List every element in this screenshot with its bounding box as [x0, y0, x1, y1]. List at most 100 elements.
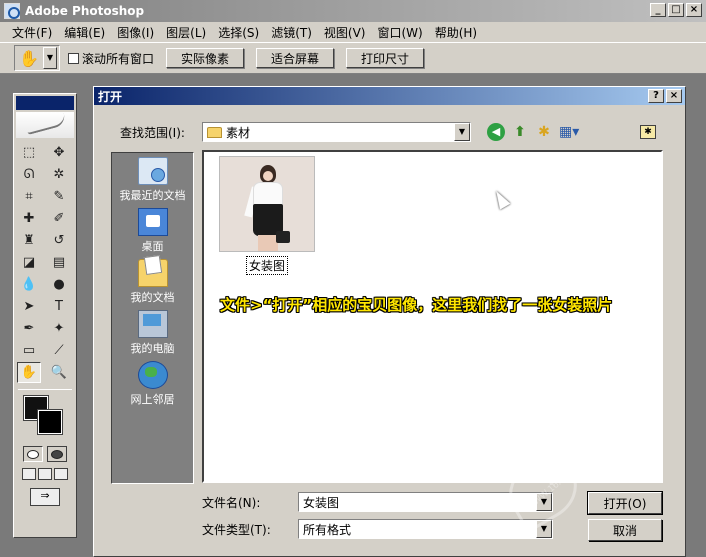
filename-value: 女装图 — [303, 495, 340, 510]
my-documents-icon — [137, 259, 168, 287]
filetype-value: 所有格式 — [303, 522, 352, 537]
notes-icon[interactable]: ▭ — [17, 340, 41, 361]
menu-edit[interactable]: 编辑(E) — [58, 24, 111, 41]
pen-icon[interactable]: ✒ — [17, 318, 41, 339]
hand-icon[interactable]: ✋ — [17, 362, 41, 383]
healing-brush-icon[interactable]: ✚ — [17, 208, 41, 229]
cancel-button[interactable]: 取消 — [588, 519, 662, 541]
lookin-row: 查找范围(I): 素材 ▼ — [120, 122, 471, 142]
up-folder-icon[interactable]: ⬆ — [511, 123, 529, 141]
my-computer-icon — [137, 310, 168, 338]
scroll-all-windows-checkbox[interactable] — [68, 52, 79, 64]
chevron-down-icon[interactable]: ▼ — [536, 520, 552, 538]
blur-icon[interactable]: 💧 — [17, 274, 41, 295]
filename-input[interactable]: 女装图 ▼ — [298, 492, 553, 512]
desktop-icon — [137, 208, 168, 236]
place-my-documents[interactable]: 我的文档 — [112, 259, 193, 306]
open-dialog: 打开 ? × 查找范围(I): 素材 ▼ ◀ ⬆ ✱ ▦▾ ✱ 我最近的文档 桌… — [93, 86, 686, 557]
window-controls: _ □ × — [650, 3, 702, 17]
menu-select[interactable]: 选择(S) — [212, 24, 265, 41]
open-button[interactable]: 打开(O) — [587, 491, 663, 515]
brush-icon[interactable]: ✐ — [47, 208, 71, 229]
tool-grid: ⬚ ✥ ᘏ ✲ ⌗ ✎ ✚ ✐ ♜ ↺ ◪ ▤ 💧 ● ➤ T ✒ ✦ ▭ ⟋ … — [14, 138, 76, 387]
place-my-computer[interactable]: 我的电脑 — [112, 310, 193, 357]
dialog-title: 打开 — [98, 89, 123, 104]
path-selection-icon[interactable]: ➤ — [17, 296, 41, 317]
gradient-icon[interactable]: ▤ — [47, 252, 71, 273]
menu-layer[interactable]: 图层(L) — [160, 24, 212, 41]
tutorial-annotation: 文件>“打开”相应的宝贝图像，这里我们找了一张女装照片 — [220, 296, 613, 314]
new-folder-icon[interactable]: ✱ — [535, 123, 553, 141]
chevron-down-icon[interactable]: ▼ — [454, 123, 470, 141]
file-thumbnail[interactable] — [219, 156, 315, 252]
tool-preset-picker[interactable]: ✋ ▼ — [14, 45, 60, 71]
type-icon[interactable]: T — [47, 296, 71, 317]
full-screen-button[interactable] — [54, 468, 68, 480]
history-brush-icon[interactable]: ↺ — [47, 230, 71, 251]
menu-filter[interactable]: 滤镜(T) — [265, 24, 318, 41]
help-button[interactable]: ? — [648, 89, 664, 103]
feather-icon[interactable] — [16, 112, 74, 138]
marquee-icon[interactable]: ⬚ — [17, 142, 41, 163]
recent-documents-icon — [137, 157, 168, 185]
crop-icon[interactable]: ⌗ — [17, 186, 41, 207]
place-network[interactable]: 网上邻居 — [112, 361, 193, 408]
place-label: 桌面 — [141, 240, 164, 253]
menu-file[interactable]: 文件(F) — [6, 24, 58, 41]
toolbox: ⬚ ✥ ᘏ ✲ ⌗ ✎ ✚ ✐ ♜ ↺ ◪ ▤ 💧 ● ➤ T ✒ ✦ ▭ ⟋ … — [13, 93, 77, 538]
move-icon[interactable]: ✥ — [47, 142, 71, 163]
zoom-icon[interactable]: 🔍 — [47, 362, 71, 383]
place-label: 我最近的文档 — [119, 189, 186, 202]
filetype-dropdown[interactable]: 所有格式 ▼ — [298, 519, 553, 539]
lookin-dropdown[interactable]: 素材 ▼ — [202, 122, 471, 142]
dialog-nav-toolbar: ◀ ⬆ ✱ ▦▾ ✱ — [487, 123, 656, 141]
menu-view[interactable]: 视图(V) — [318, 24, 372, 41]
lookin-label: 查找范围(I): — [120, 125, 185, 140]
place-desktop[interactable]: 桌面 — [112, 208, 193, 255]
menu-help[interactable]: 帮助(H) — [429, 24, 483, 41]
toolbox-divider — [18, 389, 72, 390]
maximize-button[interactable]: □ — [668, 3, 684, 17]
folder-icon — [207, 126, 222, 138]
lasso-icon[interactable]: ᘏ — [17, 164, 41, 185]
full-screen-menu-button[interactable] — [38, 468, 52, 480]
shape-icon[interactable]: ✦ — [47, 318, 71, 339]
place-recent-documents[interactable]: 我最近的文档 — [112, 157, 193, 204]
chevron-down-icon[interactable]: ▼ — [536, 493, 552, 511]
menu-window[interactable]: 窗口(W) — [371, 24, 428, 41]
chevron-down-icon[interactable]: ▼ — [43, 47, 57, 69]
eyedropper-icon[interactable]: ⟋ — [47, 340, 71, 361]
menubar: 文件(F) 编辑(E) 图像(I) 图层(L) 选择(S) 滤镜(T) 视图(V… — [0, 22, 706, 42]
file-item[interactable]: 女装图 — [218, 156, 316, 275]
background-color[interactable] — [37, 409, 63, 435]
jump-to-imageready-button[interactable]: ⇒ — [30, 488, 60, 506]
close-button[interactable]: × — [686, 3, 702, 17]
menu-image[interactable]: 图像(I) — [111, 24, 160, 41]
photoshop-icon — [4, 3, 20, 19]
standard-screen-button[interactable] — [22, 468, 36, 480]
eraser-icon[interactable]: ◪ — [17, 252, 41, 273]
app-title: Adobe Photoshop — [25, 4, 145, 18]
magic-wand-icon[interactable]: ✲ — [47, 164, 71, 185]
scroll-all-windows-label: 滚动所有窗口 — [82, 51, 155, 66]
file-list[interactable]: 女装图 文件>“打开”相应的宝贝图像，这里我们找了一张女装照片 — [202, 150, 663, 483]
view-menu-icon[interactable]: ▦▾ — [559, 123, 579, 141]
dialog-close-button[interactable]: × — [666, 89, 682, 103]
toolbox-titlebar[interactable] — [16, 96, 74, 110]
minimize-button[interactable]: _ — [650, 3, 666, 17]
file-name[interactable]: 女装图 — [245, 256, 288, 275]
slice-icon[interactable]: ✎ — [47, 186, 71, 207]
print-size-button[interactable]: 打印尺寸 — [346, 48, 425, 68]
quick-mask-button[interactable] — [47, 446, 67, 462]
filename-row: 文件名(N): 女装图 ▼ — [202, 492, 553, 512]
dodge-icon[interactable]: ● — [47, 274, 71, 295]
fit-screen-button[interactable]: 适合屏幕 — [256, 48, 335, 68]
back-icon[interactable]: ◀ — [487, 123, 505, 141]
tools-icon[interactable]: ✱ — [640, 125, 656, 139]
scroll-all-windows-option[interactable]: 滚动所有窗口 — [68, 50, 154, 67]
standard-mode-button[interactable] — [23, 446, 43, 462]
filetype-label: 文件类型(T): — [202, 522, 271, 537]
clone-stamp-icon[interactable]: ♜ — [17, 230, 41, 251]
actual-pixels-button[interactable]: 实际像素 — [166, 48, 245, 68]
hand-icon: ✋ — [19, 48, 39, 68]
